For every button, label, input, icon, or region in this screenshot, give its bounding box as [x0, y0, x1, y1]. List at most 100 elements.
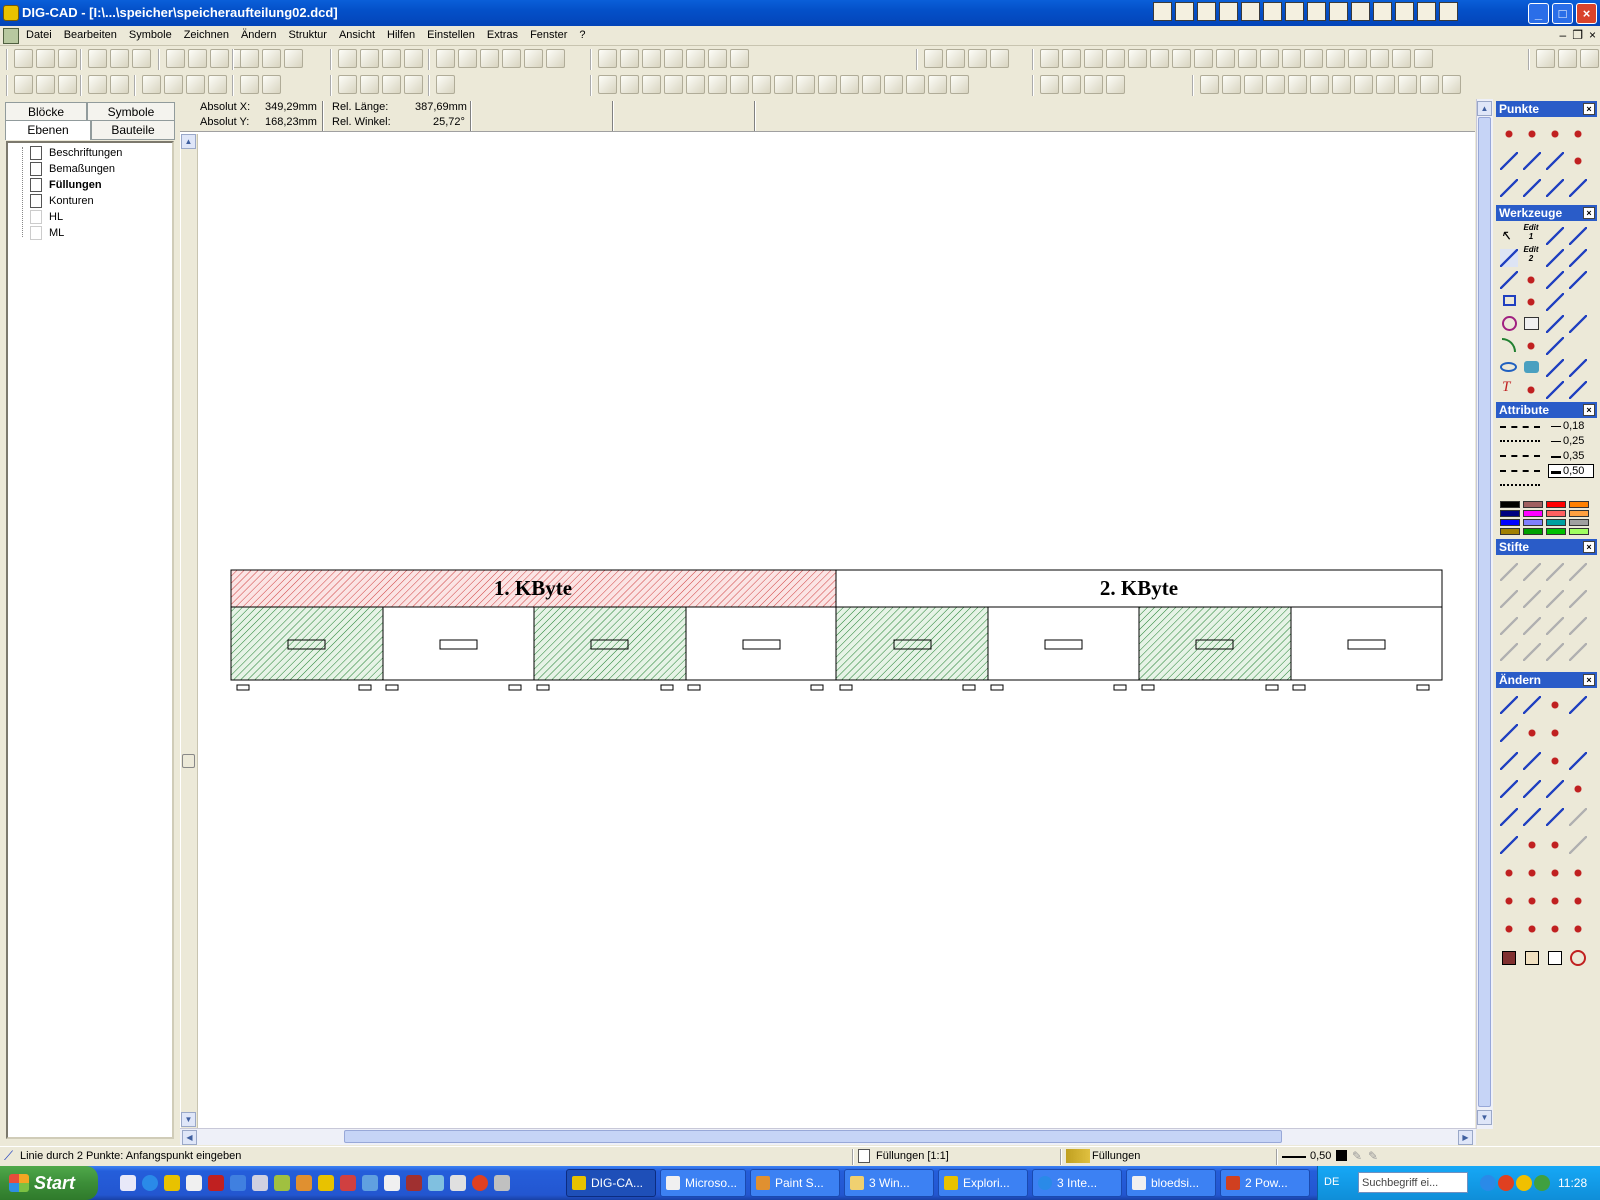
zoom-1-icon[interactable] — [774, 75, 793, 94]
pen-16-icon[interactable] — [1569, 643, 1587, 661]
move-icon[interactable] — [524, 49, 543, 68]
tool-icon[interactable] — [1263, 2, 1282, 21]
task-microsoft[interactable]: Microso... — [660, 1169, 746, 1197]
minimize-button[interactable]: _ — [1528, 3, 1549, 24]
pen-5-icon[interactable] — [1500, 590, 1518, 608]
tool-icon[interactable] — [1222, 75, 1241, 94]
bit-marker[interactable] — [1292, 684, 1306, 691]
status-layer-scale[interactable]: Füllungen [1:1] — [876, 1150, 949, 1162]
modify-tool-icon[interactable] — [1500, 920, 1518, 938]
tool-icon[interactable] — [14, 75, 33, 94]
quicklaunch-icon[interactable] — [428, 1175, 444, 1191]
close-icon[interactable]: × — [1583, 541, 1595, 553]
tool-icon[interactable] — [208, 75, 227, 94]
zoom-3-icon[interactable] — [818, 75, 837, 94]
select-icon[interactable] — [1523, 808, 1541, 826]
select-icon[interactable] — [1546, 808, 1564, 826]
modify-tool-icon[interactable] — [1500, 864, 1518, 882]
cut-icon[interactable] — [338, 49, 357, 68]
line-width-option[interactable]: 0,25 — [1563, 435, 1584, 447]
tool-icon[interactable] — [1546, 293, 1564, 311]
plot-icon[interactable] — [284, 49, 303, 68]
tool-icon[interactable] — [1376, 75, 1395, 94]
line-angle-icon[interactable] — [1546, 249, 1564, 267]
print-preview-icon[interactable] — [262, 49, 281, 68]
cad-drawing[interactable]: 1. KByte 2. KByte — [180, 132, 1475, 1144]
edit-1-icon[interactable]: Edit 1 — [1522, 223, 1540, 241]
menu-struktur[interactable]: Struktur — [282, 29, 333, 41]
drawing-canvas[interactable]: 1. KByte 2. KByte — [180, 132, 1475, 1144]
forward-icon[interactable] — [88, 75, 107, 94]
quicklaunch-icon[interactable] — [230, 1175, 246, 1191]
spiral-icon[interactable] — [1570, 950, 1586, 966]
line-width-option[interactable]: 0,50 — [1563, 465, 1584, 477]
bit-marker[interactable] — [839, 684, 853, 691]
cancel-icon[interactable] — [480, 49, 499, 68]
context-help-icon[interactable] — [1536, 49, 1555, 68]
color-swatch[interactable] — [1523, 501, 1543, 508]
menu-zeichnen[interactable]: Zeichnen — [178, 29, 235, 41]
bit-marker[interactable] — [385, 684, 399, 691]
quicklaunch-icon[interactable] — [472, 1175, 488, 1191]
tool-icon[interactable] — [1062, 75, 1081, 94]
pen-6-icon[interactable] — [1523, 590, 1541, 608]
tool-icon[interactable] — [1150, 49, 1169, 68]
mail-icon[interactable] — [1219, 2, 1238, 21]
pen-icon[interactable] — [598, 75, 617, 94]
axis-icon[interactable] — [620, 49, 639, 68]
circle-tool-icon[interactable] — [1502, 316, 1517, 331]
quicklaunch-icon[interactable] — [120, 1175, 136, 1191]
excel-icon[interactable] — [1373, 2, 1392, 21]
manual-icon[interactable] — [1580, 49, 1599, 68]
modify-tool-icon[interactable] — [1500, 696, 1518, 714]
new-file-icon[interactable] — [14, 49, 33, 68]
circle-point-icon[interactable] — [1546, 125, 1564, 143]
menu-ansicht[interactable]: Ansicht — [333, 29, 381, 41]
break-icon[interactable] — [1546, 752, 1564, 770]
tool-icon[interactable] — [404, 75, 423, 94]
internet-explorer-icon[interactable] — [142, 1175, 158, 1191]
help-icon[interactable] — [1558, 49, 1577, 68]
color-swatch[interactable] — [1500, 519, 1520, 526]
status-layer[interactable]: Füllungen — [1092, 1150, 1140, 1162]
color-swatch[interactable] — [1500, 501, 1520, 508]
tab-ebenen[interactable]: Ebenen — [5, 120, 91, 140]
maximize-button[interactable]: □ — [1552, 3, 1573, 24]
tool-icon[interactable] — [1304, 49, 1323, 68]
tool-icon[interactable] — [1392, 49, 1411, 68]
tool-icon[interactable] — [946, 49, 965, 68]
modify-tool-icon[interactable] — [1546, 724, 1564, 742]
arc-tool-icon[interactable] — [1502, 338, 1516, 352]
zoom-8-icon[interactable] — [928, 75, 947, 94]
chamfer-icon[interactable] — [1523, 780, 1541, 798]
midpoint-icon[interactable] — [1546, 152, 1564, 170]
ruler-thumb[interactable] — [182, 754, 195, 768]
bit-marker[interactable] — [1141, 684, 1155, 691]
polyline-icon[interactable] — [1500, 271, 1518, 289]
pen-12-icon[interactable] — [1569, 617, 1587, 635]
quicklaunch-icon[interactable] — [274, 1175, 290, 1191]
line-tool-icon[interactable] — [1546, 227, 1564, 245]
hand-icon[interactable] — [1500, 808, 1518, 826]
close-icon[interactable]: × — [1583, 674, 1595, 686]
pen-10-icon[interactable] — [1523, 617, 1541, 635]
cube-icon[interactable] — [1502, 951, 1516, 965]
pen-15-icon[interactable] — [1546, 643, 1564, 661]
quicklaunch-icon[interactable] — [494, 1175, 510, 1191]
line-point-icon[interactable] — [1500, 179, 1518, 197]
pen-7-icon[interactable] — [1546, 590, 1564, 608]
copy-icon[interactable] — [360, 49, 379, 68]
modify-tool-icon[interactable] — [1500, 836, 1518, 854]
mdi-restore-button[interactable]: ❐ — [1572, 28, 1583, 42]
color-swatch[interactable] — [1500, 510, 1520, 517]
zoom-2-icon[interactable] — [796, 75, 815, 94]
search-input[interactable]: Suchbegriff ei... — [1358, 1172, 1468, 1193]
print-icon[interactable] — [240, 49, 259, 68]
tool-icon[interactable] — [360, 75, 379, 94]
tray-icon[interactable] — [1516, 1175, 1532, 1191]
ruler-scrollbar[interactable]: ▲ ▼ — [181, 134, 198, 1128]
quicklaunch-icon[interactable] — [296, 1175, 312, 1191]
menu-einstellen[interactable]: Einstellen — [421, 29, 481, 41]
trim-icon[interactable] — [1500, 752, 1518, 770]
line-style-dashdot[interactable] — [1500, 455, 1540, 457]
